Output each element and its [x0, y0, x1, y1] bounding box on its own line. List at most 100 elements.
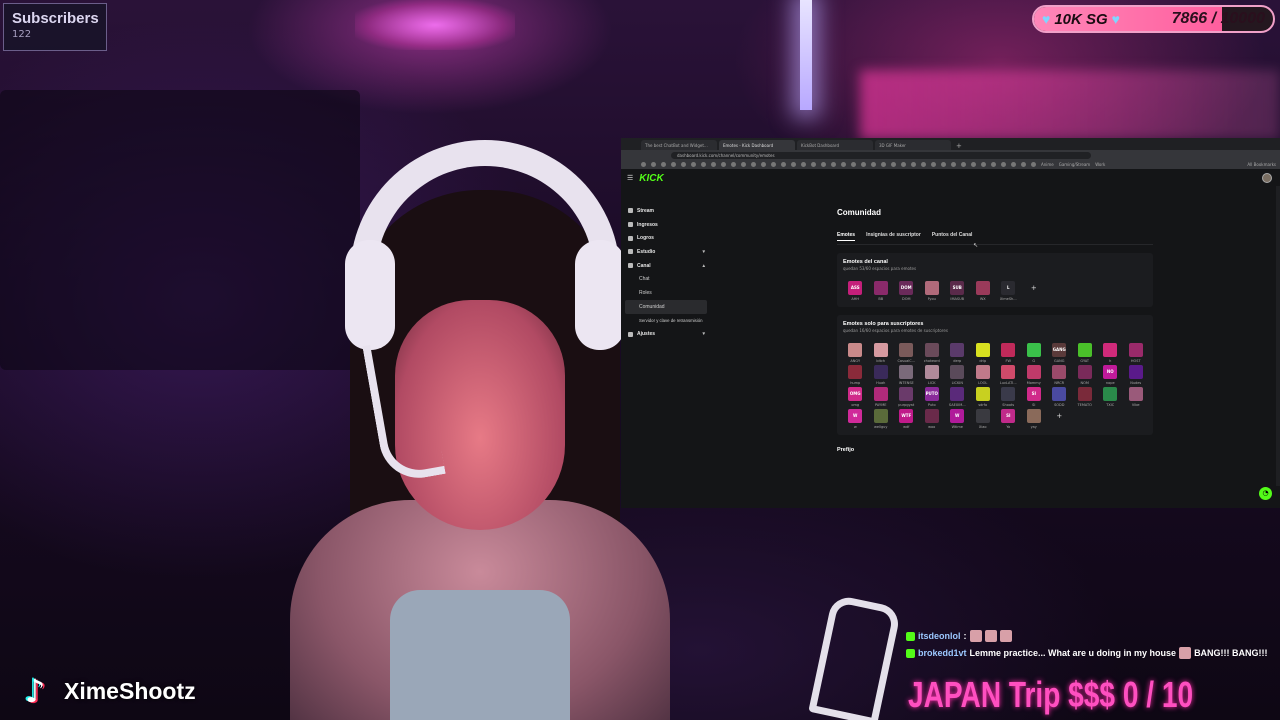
- emote-item[interactable]: hump: [845, 365, 866, 385]
- emote-item[interactable]: drip: [973, 343, 994, 363]
- emote-item[interactable]: WX: [973, 281, 994, 301]
- all-bookmarks[interactable]: All Bookmarks: [1247, 162, 1280, 167]
- emote-item[interactable]: NOM: [1075, 365, 1096, 385]
- sidebar-item-ingresos[interactable]: Ingresos: [625, 218, 707, 232]
- emote-item[interactable]: SAEXIM...: [947, 387, 968, 407]
- extension-icon[interactable]: [641, 162, 646, 167]
- emote-item[interactable]: Fyou: [922, 281, 943, 301]
- kick-logo[interactable]: KICK: [639, 173, 663, 184]
- extension-icon[interactable]: [931, 162, 936, 167]
- extension-icon[interactable]: [1011, 162, 1016, 167]
- emote-item[interactable]: G: [1024, 343, 1045, 363]
- emote-item[interactable]: h: [1100, 343, 1121, 363]
- emote-item[interactable]: SI SI: [1024, 387, 1045, 407]
- emote-item[interactable]: CasualC...: [896, 343, 917, 363]
- emote-item[interactable]: LICK: [922, 365, 943, 385]
- emote-item[interactable]: PUTO Puto: [922, 387, 943, 407]
- emote-item[interactable]: chokeord: [922, 343, 943, 363]
- extension-icon[interactable]: [1031, 162, 1036, 167]
- extension-icon[interactable]: [751, 162, 756, 167]
- sidebar-item-estudio[interactable]: Estudio ▾: [625, 245, 707, 259]
- extension-icon[interactable]: [671, 162, 676, 167]
- emote-item[interactable]: SODD: [1049, 387, 1070, 407]
- emote-item[interactable]: GANG GANG: [1049, 343, 1070, 363]
- extension-icon[interactable]: [651, 162, 656, 167]
- extension-icon[interactable]: [991, 162, 996, 167]
- avatar[interactable]: [1262, 173, 1272, 183]
- extension-icon[interactable]: [761, 162, 766, 167]
- add-emote-button[interactable]: +: [1024, 281, 1045, 301]
- bookmark-folder[interactable]: Gaming/Stream: [1059, 162, 1090, 167]
- extension-icon[interactable]: [951, 162, 956, 167]
- sidebar-item-ajustes[interactable]: Ajustes ▾: [625, 327, 707, 341]
- emote-item[interactable]: HOST: [1126, 343, 1147, 363]
- extension-icon[interactable]: [971, 162, 976, 167]
- sidebar-item-stream[interactable]: Stream: [625, 204, 707, 218]
- browser-tab[interactable]: KickBot Dashboard: [797, 140, 873, 150]
- address-bar[interactable]: dashboard.kick.com/channel/community/emo…: [671, 151, 1091, 159]
- extension-icon[interactable]: [981, 162, 986, 167]
- browser-tab[interactable]: The best ChatBot and Widget...: [641, 140, 717, 150]
- extension-icon[interactable]: [681, 162, 686, 167]
- new-tab-icon[interactable]: +: [953, 142, 962, 150]
- browser-tab[interactable]: 3D GIF Maker: [875, 140, 951, 150]
- sidebar-item-chat[interactable]: Chat: [625, 272, 707, 286]
- emote-item[interactable]: SUB IMASUB: [947, 281, 968, 301]
- extension-icon[interactable]: [871, 162, 876, 167]
- emote-item[interactable]: OMG omg: [845, 387, 866, 407]
- extension-icon[interactable]: [1021, 162, 1026, 167]
- emote-item[interactable]: woo: [922, 409, 943, 429]
- sidebar-item-comunidad[interactable]: Comunidad: [625, 299, 707, 314]
- extension-icon[interactable]: [841, 162, 846, 167]
- emote-item[interactable]: LOOL: [973, 365, 994, 385]
- emote-item[interactable]: bitch: [871, 343, 892, 363]
- emote-item[interactable]: TEMATO: [1075, 387, 1096, 407]
- extension-icon[interactable]: [821, 162, 826, 167]
- extension-icon[interactable]: [891, 162, 896, 167]
- emote-item[interactable]: TXIC: [1100, 387, 1121, 407]
- emote-item[interactable]: Nudes: [1126, 365, 1147, 385]
- extension-icon[interactable]: [691, 162, 696, 167]
- tab-subscriber-badges[interactable]: Insignias de suscriptor: [866, 232, 921, 241]
- extension-icon[interactable]: [781, 162, 786, 167]
- emote-item[interactable]: LICKIN: [947, 365, 968, 385]
- emote-item[interactable]: ANGY: [845, 343, 866, 363]
- extension-icon[interactable]: [901, 162, 906, 167]
- extension-icon[interactable]: [771, 162, 776, 167]
- emote-item[interactable]: sdrfo: [973, 387, 994, 407]
- tab-emotes[interactable]: Emotes: [837, 232, 856, 241]
- extension-icon[interactable]: [811, 162, 816, 167]
- sidebar-item-logros[interactable]: Logros: [625, 231, 707, 245]
- bookmark-folder[interactable]: Work: [1095, 162, 1105, 167]
- extension-icon[interactable]: [731, 162, 736, 167]
- emote-item[interactable]: Vibe: [1126, 387, 1147, 407]
- emote-item[interactable]: Huah: [871, 365, 892, 385]
- extension-icon[interactable]: [911, 162, 916, 167]
- extension-icon[interactable]: [721, 162, 726, 167]
- emote-item[interactable]: Ww: [845, 409, 866, 429]
- emote-item[interactable]: L XimeSh...: [998, 281, 1019, 301]
- emote-item[interactable]: ASS AHH: [845, 281, 866, 301]
- extension-icon[interactable]: [921, 162, 926, 167]
- emote-item[interactable]: yay: [1024, 409, 1045, 429]
- emote-item[interactable]: INTENSE: [896, 365, 917, 385]
- emote-item[interactable]: GYAT: [1075, 343, 1096, 363]
- emote-item[interactable]: purpgyat: [896, 387, 917, 407]
- extension-icon[interactable]: [961, 162, 966, 167]
- browser-tab-active[interactable]: Emotes - Kick Dashboard: [719, 140, 795, 150]
- emote-item[interactable]: SI Ya: [998, 409, 1019, 429]
- emote-item[interactable]: NO nope: [1100, 365, 1121, 385]
- extension-icon[interactable]: [881, 162, 886, 167]
- emote-item[interactable]: derp: [947, 343, 968, 363]
- extension-icon[interactable]: [801, 162, 806, 167]
- emote-item[interactable]: W Wtime: [947, 409, 968, 429]
- extension-icon[interactable]: [861, 162, 866, 167]
- menu-icon[interactable]: ☰: [627, 174, 633, 182]
- emote-item[interactable]: Mommy: [1024, 365, 1045, 385]
- sidebar-item-servidor[interactable]: Servidor y clave de retransmisión: [625, 314, 707, 328]
- scrollbar[interactable]: [1276, 186, 1280, 486]
- extension-icon[interactable]: [851, 162, 856, 167]
- extension-icon[interactable]: [941, 162, 946, 167]
- emote-item[interactable]: LuvLATI...: [998, 365, 1019, 385]
- emote-item[interactable]: Xiao: [973, 409, 994, 429]
